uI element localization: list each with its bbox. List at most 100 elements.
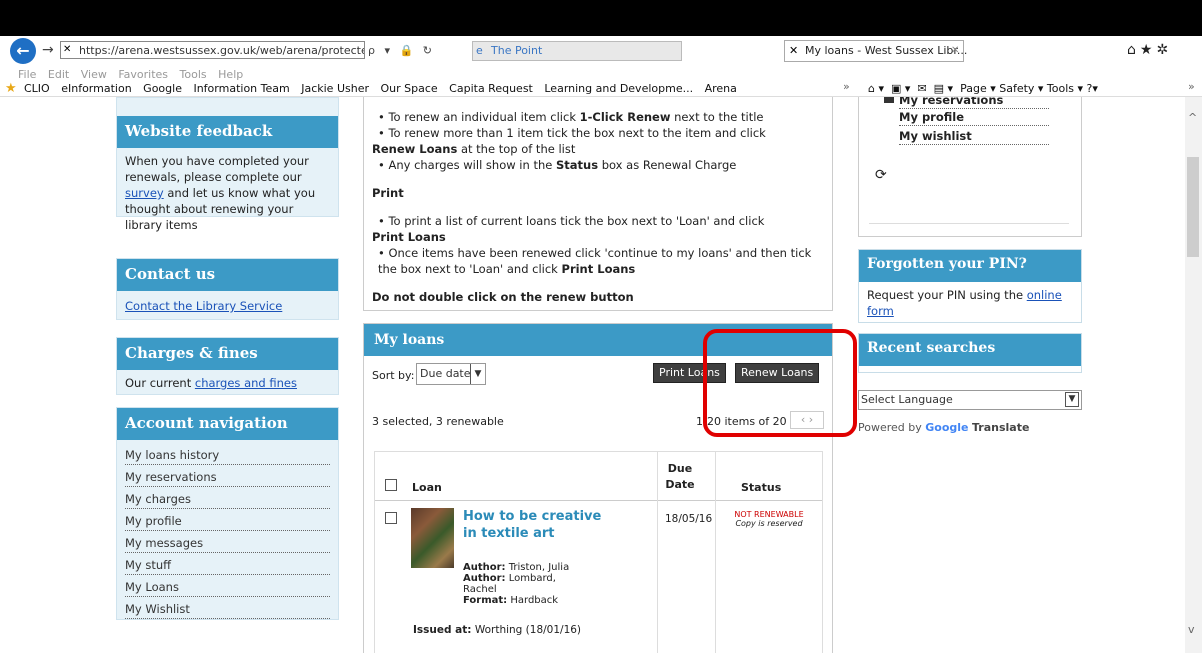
book-title-link[interactable]: How to be creative in textile art	[463, 508, 603, 542]
contact-us-title: Contact us	[117, 259, 338, 291]
fav-google[interactable]: Google	[143, 82, 182, 95]
selected-count: 3 selected, 3 renewable	[372, 415, 504, 428]
scroll-up-icon[interactable]: ^	[1188, 111, 1197, 124]
survey-link[interactable]: survey	[125, 186, 164, 200]
feeds-icon[interactable]: ▣ ▾	[891, 82, 910, 95]
favorites-bar: ★ CLIO eInformation Google Information T…	[0, 80, 1202, 96]
account-navigation-box: Account navigation My loans history My r…	[116, 407, 339, 620]
powered-by-google: Powered by Google Translate	[858, 421, 1030, 434]
fav-information-team[interactable]: Information Team	[193, 82, 289, 95]
issued-at: Issued at: Worthing (18/01/16)	[413, 624, 582, 636]
sort-select[interactable]: Due date ▼	[416, 363, 486, 385]
forgotten-pin-title: Forgotten your PIN?	[859, 250, 1081, 282]
recent-searches-title: Recent searches	[859, 334, 1081, 366]
nav-charges[interactable]: My charges	[125, 489, 330, 509]
address-tools[interactable]: ρ ▾ 🔒 ↻	[368, 44, 470, 58]
translate-link[interactable]: Translate	[972, 421, 1029, 434]
nav-loans-history[interactable]: My loans history	[125, 445, 330, 465]
fav-learning[interactable]: Learning and Developme...	[544, 82, 693, 95]
chevron-down-icon: ▼	[1065, 392, 1079, 407]
fav-jackie-usher[interactable]: Jackie Usher	[301, 82, 369, 95]
link-my-profile[interactable]: My profile	[899, 108, 1049, 126]
contact-us-box: Contact us Contact the Library Service	[116, 258, 339, 320]
reservations-icon	[884, 97, 894, 103]
site-favicon-icon: ✕	[63, 44, 72, 55]
forward-button[interactable]: →	[42, 42, 54, 58]
address-bar[interactable]: https://arena.westsussex.gov.uk/web/aren…	[60, 41, 365, 59]
website-feedback-title: Website feedback	[117, 116, 338, 148]
due-date-column-header: Due Date	[665, 462, 695, 491]
due-date: 18/05/16	[665, 513, 713, 525]
status-badge: NOT RENEWABLE	[734, 510, 804, 519]
command-menus[interactable]: Page ▾ Safety ▾ Tools ▾	[960, 82, 1083, 95]
nav-messages[interactable]: My messages	[125, 533, 330, 553]
tab-my-loans[interactable]: My loans - West Sussex Libr...	[784, 40, 967, 62]
print-heading: Print	[372, 186, 404, 200]
close-tab-icon[interactable]: ✕	[951, 45, 959, 56]
browser-icons[interactable]: ⌂★✲	[1127, 42, 1172, 58]
address-row: ← → https://arena.westsussex.gov.uk/web/…	[0, 36, 1202, 66]
renew-instructions: • To renew an individual item click 1-Cl…	[363, 97, 833, 311]
loan-item-checkbox[interactable]	[385, 512, 397, 524]
status-column-header: Status	[741, 481, 782, 494]
language-select[interactable]: Select Language ▼	[858, 390, 1082, 410]
charges-fines-link[interactable]: charges and fines	[195, 376, 297, 390]
loans-table: Loan Due Date Status How to be creative …	[374, 451, 823, 653]
book-cover-image[interactable]	[411, 508, 454, 568]
nav-reservations[interactable]: My reservations	[125, 467, 330, 487]
table-header: Loan Due Date Status	[375, 452, 822, 501]
browser-chrome: ← → https://arena.westsussex.gov.uk/web/…	[0, 36, 1202, 96]
nav-wishlist[interactable]: My Wishlist	[125, 599, 330, 619]
menu-view[interactable]: View	[81, 68, 107, 81]
forgotten-pin-box: Forgotten your PIN? Request your PIN usi…	[858, 249, 1082, 323]
fav-our-space[interactable]: Our Space	[381, 82, 438, 95]
settings-gear-icon[interactable]: ✲	[1156, 42, 1172, 58]
charges-fines-box: Charges & fines Our current charges and …	[116, 337, 339, 395]
double-click-warning: Do not double click on the renew button	[372, 290, 634, 304]
scroll-thumb[interactable]	[1187, 157, 1199, 257]
menu-tools[interactable]: Tools	[180, 68, 207, 81]
select-all-checkbox[interactable]	[385, 479, 397, 491]
title-bar	[0, 0, 1202, 36]
status-note: Copy is reserved	[735, 519, 803, 528]
favorites-icon[interactable]: ★	[5, 81, 17, 96]
link-my-wishlist[interactable]: My wishlist	[899, 127, 1049, 145]
google-logo: Google	[925, 421, 969, 434]
highlight-annotation	[703, 329, 857, 437]
table-row: How to be creative in textile art Author…	[375, 500, 822, 646]
menu-favorites[interactable]: Favorites	[118, 68, 168, 81]
scroll-down-icon[interactable]: v	[1188, 623, 1195, 636]
arena-favicon-icon: ✕	[789, 44, 799, 57]
menu-bar: File Edit View Favorites Tools Help	[18, 68, 251, 81]
menu-file[interactable]: File	[18, 68, 36, 81]
charges-fines-title: Charges & fines	[117, 338, 338, 370]
fav-capita-request[interactable]: Capita Request	[449, 82, 533, 95]
back-button[interactable]: ←	[10, 38, 36, 64]
mail-icon[interactable]: ✉	[917, 82, 926, 95]
account-links-box: My reservations My profile My wishlist ⟳	[858, 97, 1082, 237]
page-scrollbar[interactable]: ^ v	[1185, 97, 1202, 653]
chevron-down-icon: ▼	[470, 364, 485, 384]
home-menu-icon[interactable]: ⌂ ▾	[868, 82, 884, 95]
favorites-star-icon[interactable]: ★	[1140, 42, 1157, 58]
nav-profile[interactable]: My profile	[125, 511, 330, 531]
nav-loans[interactable]: My Loans	[125, 577, 330, 597]
more-favorites-icon[interactable]: »	[843, 80, 850, 93]
menu-edit[interactable]: Edit	[48, 68, 69, 81]
print-icon[interactable]: ▤ ▾	[934, 82, 953, 95]
fav-clio[interactable]: CLIO	[24, 82, 50, 95]
loan-column-header: Loan	[412, 481, 442, 494]
nav-stuff[interactable]: My stuff	[125, 555, 330, 575]
fav-arena[interactable]: Arena	[705, 82, 737, 95]
sort-label: Sort by:	[372, 369, 415, 382]
website-feedback-text: When you have completed your renewals, p…	[125, 154, 316, 232]
contact-library-link[interactable]: Contact the Library Service	[125, 299, 282, 313]
website-feedback-box: Website feedback When you have completed…	[116, 97, 339, 232]
tab-the-point[interactable]: The Point	[472, 41, 682, 61]
help-icon[interactable]: ?▾	[1087, 82, 1098, 95]
home-icon[interactable]: ⌂	[1127, 42, 1140, 58]
account-navigation-title: Account navigation	[117, 408, 338, 440]
menu-help[interactable]: Help	[218, 68, 243, 81]
fav-einformation[interactable]: eInformation	[61, 82, 131, 95]
more-commands-icon[interactable]: »	[1188, 80, 1195, 93]
